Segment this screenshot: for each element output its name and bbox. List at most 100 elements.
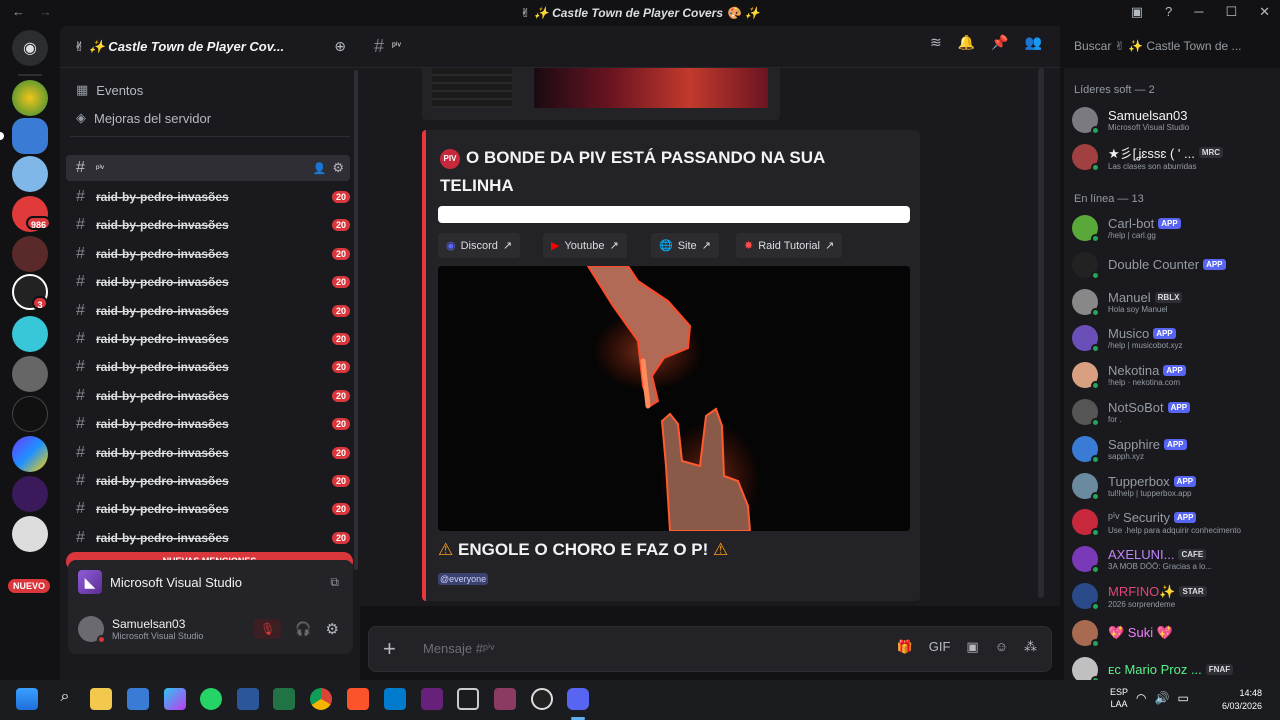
external-link-icon: ↗ bbox=[701, 240, 711, 252]
settings-gear-icon[interactable]: ⚙ bbox=[326, 620, 339, 638]
add-user-icon[interactable]: 👤 bbox=[313, 162, 327, 175]
channel-item[interactable]: # raid-by-pedro-invasões 20 bbox=[66, 241, 356, 267]
chrome-icon[interactable] bbox=[310, 688, 332, 710]
member-item[interactable]: Manuel RBLX Hola soy Manuel bbox=[1072, 284, 1278, 320]
channel-item[interactable]: # raid-by-pedro-invasões 20 bbox=[66, 411, 356, 437]
discord-home-icon[interactable]: ◉ bbox=[12, 30, 48, 66]
discord-icon[interactable] bbox=[567, 688, 589, 710]
member-status: Hola soy Manuel bbox=[1108, 304, 1168, 314]
channel-item[interactable]: # raid-by-pedro-invasões 20 bbox=[66, 354, 356, 380]
wifi-icon[interactable]: ◠ bbox=[1136, 691, 1146, 705]
member-item[interactable]: AXELUNI... CAFE 3A MOB DÖÖ: Gracias a lo..… bbox=[1072, 541, 1278, 577]
channel-name: raid-by-pedro-invasões bbox=[96, 275, 229, 290]
channel-item[interactable]: # raid-by-pedro-invasões 20 bbox=[66, 184, 356, 210]
word-icon[interactable] bbox=[237, 688, 259, 710]
inbox-icon[interactable]: ▣ bbox=[1131, 4, 1143, 20]
channel-item[interactable]: # raid-by-pedro-invasões 20 bbox=[66, 269, 356, 295]
excel-icon[interactable] bbox=[273, 688, 295, 710]
minimize-icon[interactable]: ─ bbox=[1194, 4, 1203, 20]
raid-tutorial-button[interactable]: ✸ Raid Tutorial ↗ bbox=[736, 233, 843, 258]
member-item[interactable]: MRFINO✨ STAR 2026 sorprendeme bbox=[1072, 578, 1278, 614]
member-item[interactable]: ★彡[ʝɛѕѕɛ ( ' ... MRC Las clases son aburri… bbox=[1072, 139, 1278, 175]
volume-icon[interactable]: 🔊 bbox=[1155, 691, 1170, 705]
headphones-icon[interactable]: 🎧 bbox=[295, 621, 311, 637]
brave-icon[interactable] bbox=[347, 688, 369, 710]
server-icon[interactable] bbox=[12, 80, 48, 116]
members-icon[interactable]: 👥 bbox=[1025, 34, 1042, 51]
task-view-icon[interactable] bbox=[457, 688, 479, 710]
member-item[interactable]: 💖 Suki 💖 bbox=[1072, 615, 1278, 651]
youtube-link-button[interactable]: ▶ Youtube ↗ bbox=[543, 233, 627, 258]
screen-share-icon[interactable]: ⧉ bbox=[330, 575, 339, 590]
member-item[interactable]: NotSoBot APP for . bbox=[1072, 394, 1278, 430]
close-icon[interactable]: ✕ bbox=[1259, 4, 1270, 20]
visual-studio-icon[interactable] bbox=[421, 688, 443, 710]
store-icon[interactable] bbox=[127, 688, 149, 710]
member-item[interactable]: Nekotina APP !help · nekotina.com bbox=[1072, 357, 1278, 393]
threads-icon[interactable]: ≋ bbox=[930, 34, 942, 51]
add-member-icon[interactable]: ⊕ bbox=[334, 38, 346, 55]
embed-image[interactable] bbox=[438, 266, 910, 531]
emoji-icon[interactable]: ☺ bbox=[995, 639, 1008, 655]
maximize-icon[interactable]: ☐ bbox=[1225, 4, 1237, 20]
channel-item[interactable]: # raid-by-pedro-invasões 20 bbox=[66, 440, 356, 466]
server-icon[interactable] bbox=[12, 476, 48, 512]
member-item[interactable]: ᵖⁱᵛ Security APP Use .help para adquirir c… bbox=[1072, 504, 1278, 540]
channel-item[interactable]: # raid-by-pedro-invasões 20 bbox=[66, 326, 356, 352]
sticker-icon[interactable]: ▣ bbox=[966, 639, 978, 655]
server-boosts-link[interactable]: ◈ Mejoras del servidor bbox=[60, 104, 360, 132]
site-link-button[interactable]: 🌐 Site ↗ bbox=[651, 233, 719, 258]
server-header[interactable]: ✌ ✨ Castle Town de Player Cov... ⊕ bbox=[60, 26, 360, 68]
events-link[interactable]: ▦ Eventos bbox=[60, 76, 360, 104]
clock[interactable]: 14:48 6/03/2026 bbox=[1206, 687, 1262, 713]
gear-icon[interactable]: ⚙ bbox=[332, 160, 344, 176]
server-icon[interactable] bbox=[12, 316, 48, 352]
server-icon[interactable] bbox=[12, 396, 48, 432]
message-composer[interactable]: + Mensaje #ᵖⁱᵛ 🎁 GIF ▣ ☺ ⁂ bbox=[368, 626, 1052, 672]
gif-icon[interactable]: GIF bbox=[929, 639, 951, 655]
discord-link-button[interactable]: ◉ Discord ↗ bbox=[438, 233, 521, 258]
file-explorer-icon[interactable] bbox=[90, 688, 112, 710]
member-item[interactable]: Tupperbox APP tul!help | tupperbox.app bbox=[1072, 468, 1278, 504]
channel-item[interactable]: # raid-by-pedro-invasões 20 bbox=[66, 468, 356, 494]
member-item[interactable]: Musico APP/help | musicobot.xyz bbox=[1072, 320, 1278, 356]
channel-item[interactable]: # raid-by-pedro-invasões 20 bbox=[66, 383, 356, 409]
server-icon[interactable] bbox=[12, 516, 48, 552]
gift-icon[interactable]: 🎁 bbox=[897, 639, 913, 655]
channel-item[interactable]: # raid-by-pedro-invasões 20 bbox=[66, 212, 356, 238]
add-attachment-icon[interactable]: + bbox=[383, 636, 423, 662]
channel-item[interactable]: # raid-by-pedro-invasões 20 bbox=[66, 298, 356, 324]
avatar[interactable] bbox=[78, 616, 106, 644]
member-item[interactable]: Carl-bot APP/help | carl.gg bbox=[1072, 210, 1278, 246]
member-item[interactable]: Sapphire APP sapph.xyz bbox=[1072, 431, 1278, 467]
activity-panel[interactable]: ◣ Microsoft Visual Studio ⧉ bbox=[68, 560, 353, 604]
help-icon[interactable]: ? bbox=[1165, 4, 1172, 20]
whatsapp-icon[interactable] bbox=[200, 688, 222, 710]
server-icon[interactable] bbox=[12, 236, 48, 272]
mic-muted-icon[interactable]: 🎙 bbox=[254, 619, 282, 639]
winrar-icon[interactable] bbox=[494, 688, 516, 710]
server-icon[interactable] bbox=[12, 118, 48, 154]
copilot-icon[interactable] bbox=[164, 688, 186, 710]
everyone-mention[interactable]: @everyone bbox=[438, 573, 489, 585]
windows-start-icon[interactable] bbox=[16, 688, 38, 710]
server-icon[interactable] bbox=[12, 356, 48, 392]
member-name: Sapphire bbox=[1108, 436, 1161, 452]
apps-icon[interactable]: ⁂ bbox=[1024, 639, 1037, 655]
channel-piv[interactable]: # ᵖⁱᵛ 👤 ⚙ bbox=[66, 155, 350, 181]
server-icon[interactable] bbox=[12, 156, 48, 192]
battery-icon[interactable]: ▭ bbox=[1177, 691, 1188, 705]
obs-icon[interactable] bbox=[531, 688, 553, 710]
language-indicator[interactable]: ESP LAA bbox=[1110, 686, 1128, 710]
member-item[interactable]: Samuelsan03 Microsoft Visual Studio bbox=[1072, 102, 1278, 138]
pin-icon[interactable]: 📌 bbox=[991, 34, 1008, 51]
member-item[interactable]: Double Counter APP bbox=[1072, 247, 1278, 283]
search-input[interactable]: Buscar ✌ ✨ Castle Town de ... bbox=[1066, 34, 1270, 58]
bell-icon[interactable]: 🔔 bbox=[958, 34, 975, 51]
previous-message-image[interactable] bbox=[422, 68, 780, 120]
channel-item[interactable]: # raid-by-pedro-invasões 20 bbox=[66, 525, 356, 551]
channel-item[interactable]: # raid-by-pedro-invasões 20 bbox=[66, 496, 356, 522]
vscode-icon[interactable] bbox=[384, 688, 406, 710]
server-icon[interactable] bbox=[12, 436, 48, 472]
search-icon[interactable]: ⌕ bbox=[54, 688, 76, 710]
